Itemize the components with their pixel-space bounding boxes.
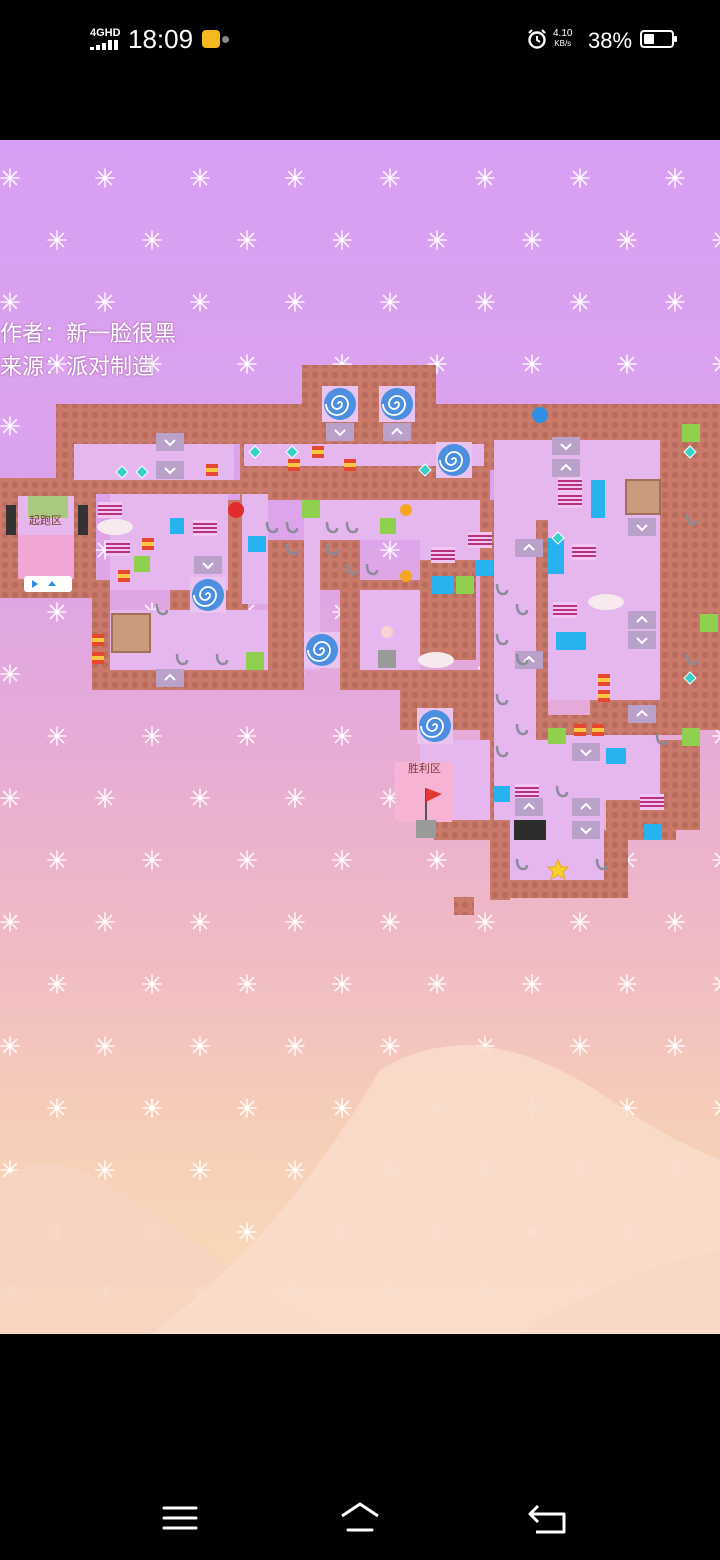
game-viewport[interactable]: 作者：新一脸很黑 来源：派对制造 起跑区 胜利区	[0, 140, 720, 1334]
status-bar: 4GHD 18:09 4.10 KB/s 38%	[0, 0, 720, 80]
battery-percent: 38%	[588, 28, 633, 53]
victory-zone-label: 胜利区	[408, 762, 441, 775]
level-map	[0, 365, 720, 915]
battery-icon	[640, 30, 677, 48]
network-type: 4GHD	[90, 27, 121, 39]
signal-icon	[90, 40, 118, 50]
network-speed-unit: KB/s	[554, 39, 572, 48]
navigation-bar	[0, 1334, 720, 1560]
network-speed-value: 4.10	[553, 28, 573, 39]
battery-level	[644, 34, 654, 44]
menu-icon[interactable]	[158, 1500, 202, 1536]
notification-dot	[222, 36, 229, 43]
network-speed: 4.10 KB/s	[553, 29, 572, 49]
app-notification-icon	[202, 30, 220, 48]
alarm-icon	[528, 29, 546, 49]
back-icon[interactable]	[526, 1500, 570, 1536]
home-icon[interactable]	[338, 1500, 382, 1536]
start-zone-label: 起跑区	[29, 514, 62, 527]
clock: 18:09	[128, 24, 194, 54]
